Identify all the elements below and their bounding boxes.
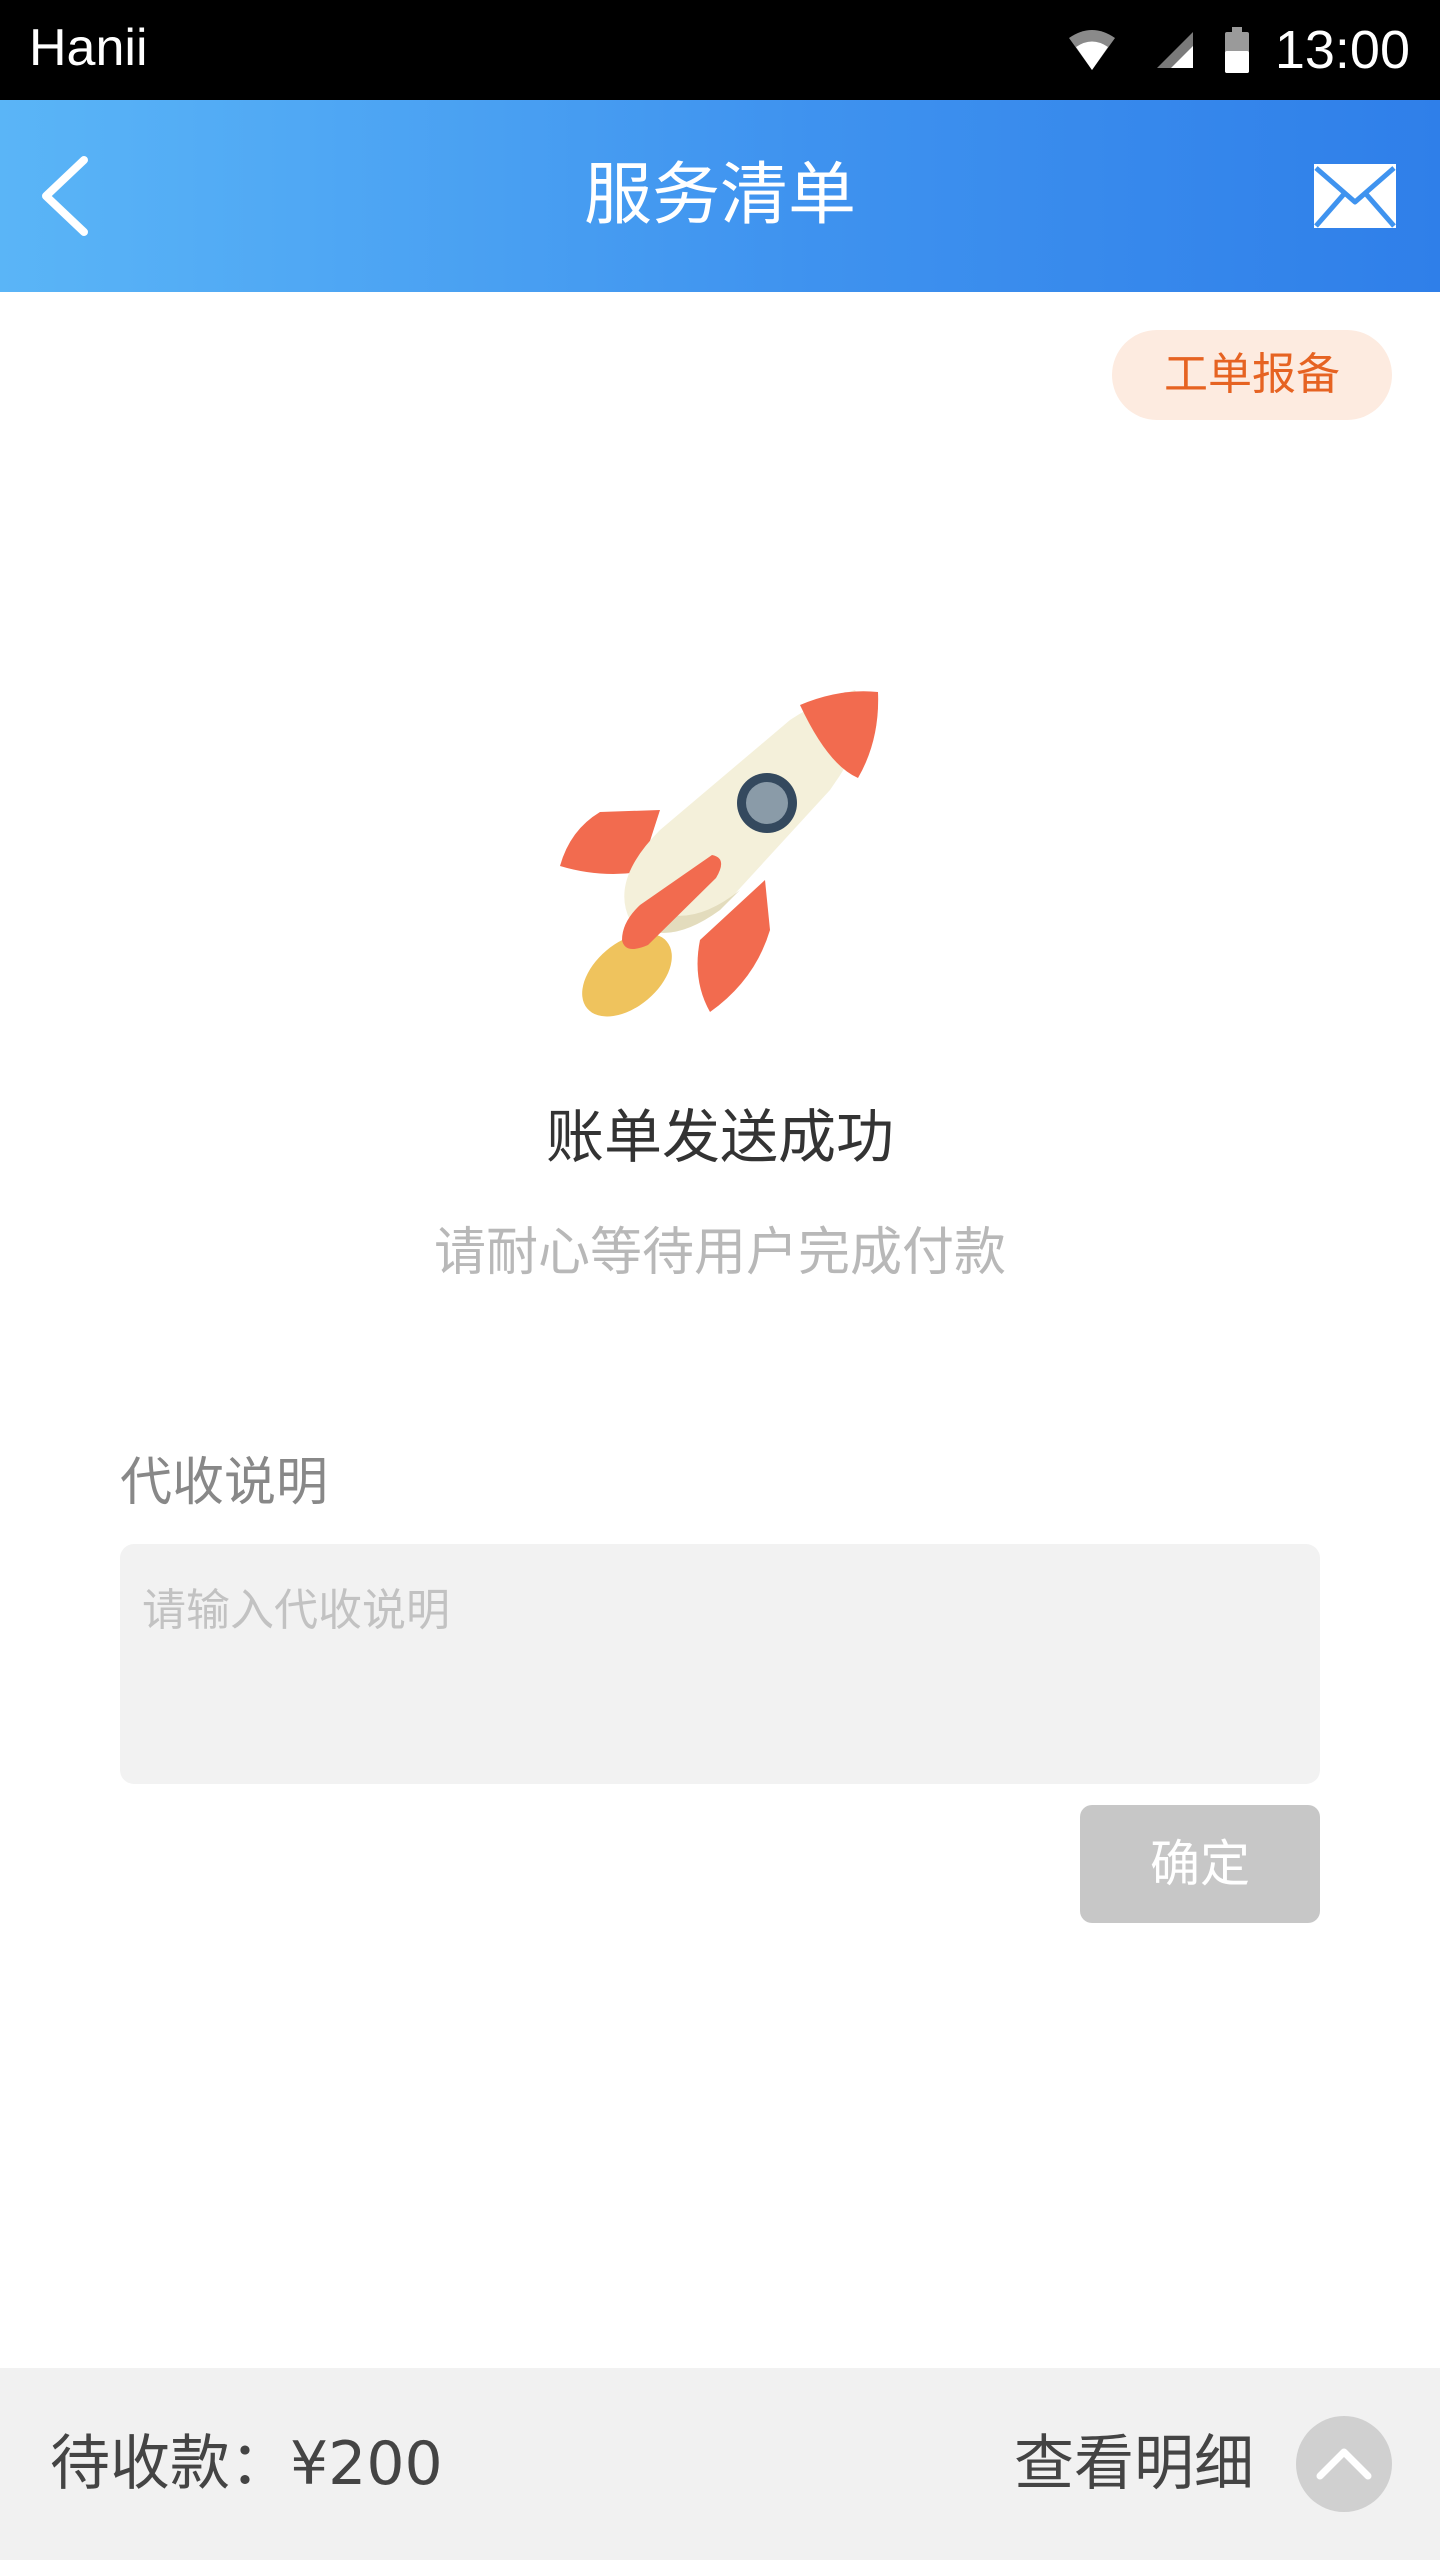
view-detail-link[interactable]: 查看明细 (1014, 2368, 1254, 2560)
status-bar: Hanii 13:00 (0, 0, 1440, 100)
work-order-report-button[interactable]: 工单报备 (1112, 330, 1392, 420)
rocket-icon (540, 680, 900, 1020)
cellular-signal-icon (1155, 30, 1195, 70)
status-icons: 13:00 (1067, 0, 1410, 100)
confirm-button[interactable]: 确定 (1080, 1805, 1320, 1923)
carrier-name: Hanii (29, 19, 148, 77)
mail-icon (1314, 164, 1396, 228)
expand-button[interactable] (1296, 2416, 1392, 2512)
app-bar: 服务清单 (0, 100, 1440, 292)
battery-icon (1224, 27, 1249, 73)
status-time: 13:00 (1274, 20, 1410, 80)
success-title: 账单发送成功 (545, 1103, 894, 1171)
pending-amount: 待收款：¥200 (50, 2429, 443, 2499)
bottom-bar: 待收款：¥200 查看明细 (0, 2368, 1440, 2560)
wifi-icon (1067, 28, 1117, 72)
success-subtitle: 请耐心等待用户完成付款 (433, 1223, 1006, 1283)
mail-button[interactable] (1312, 162, 1398, 230)
chevron-up-icon (1316, 2448, 1372, 2480)
collect-note-label: 代收说明 (120, 1453, 329, 1513)
collect-note-input[interactable] (120, 1544, 1320, 1784)
page-title: 服务清单 (583, 156, 856, 235)
